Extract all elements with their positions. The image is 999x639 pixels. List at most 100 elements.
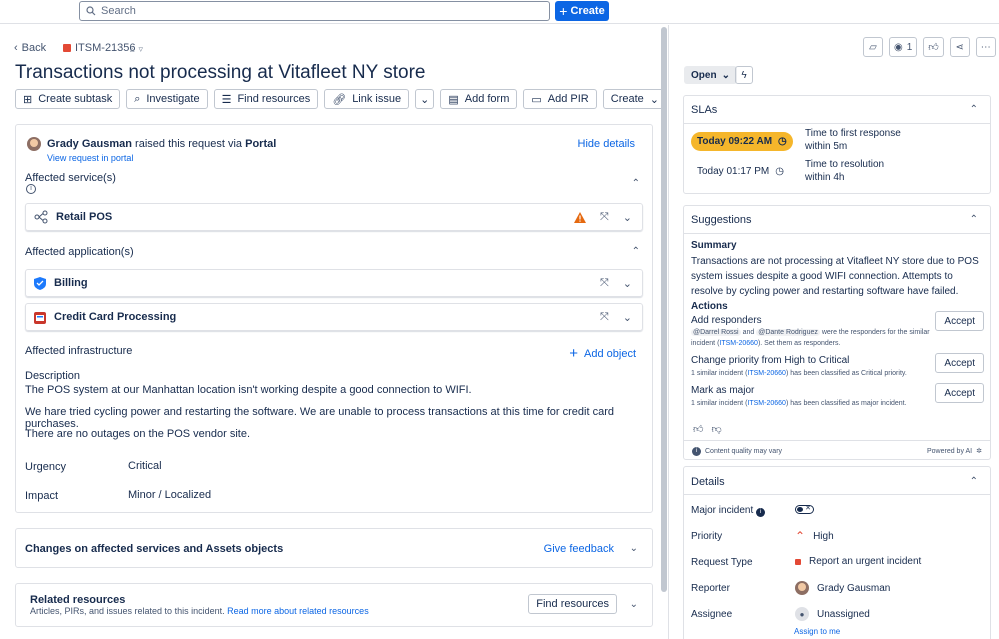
link-issue-dropdown[interactable]: ⌄ xyxy=(415,89,435,109)
expand-graph-icon[interactable]: ⤧ xyxy=(600,277,609,290)
scrollbar[interactable] xyxy=(661,27,667,592)
chevron-up-icon[interactable]: ⌃ xyxy=(632,178,640,189)
assignee-value[interactable]: ● Unassigned xyxy=(795,607,870,621)
impact-value[interactable]: Minor / Localized xyxy=(128,489,211,501)
create-button[interactable]: + Create xyxy=(555,1,609,21)
create-subtask-button[interactable]: ⊞ Create subtask xyxy=(15,89,121,109)
summary-text: Transactions are not processing at Vitaf… xyxy=(691,256,979,297)
application-name: Credit Card Processing xyxy=(54,311,177,323)
more-actions-button[interactable]: ⋯ xyxy=(975,37,996,57)
issue-action-bar: ⊞ Create subtask ⌕ Investigate ☰ Find resou… xyxy=(15,89,667,109)
major-incident-toggle[interactable] xyxy=(795,504,814,514)
watch-button[interactable]: ◉ 1 xyxy=(889,37,918,57)
add-object-button[interactable]: + Add object xyxy=(569,345,636,362)
plus-icon: + xyxy=(559,3,568,19)
info-icon[interactable]: i xyxy=(26,184,36,194)
sla-within: within 5m xyxy=(805,141,848,152)
add-pir-button[interactable]: ▭ Add PIR xyxy=(523,89,597,109)
issue-key-breadcrumb[interactable]: ITSM-21356 xyxy=(63,42,136,54)
find-resources-button[interactable]: ☰ Find resources xyxy=(213,89,319,109)
search-input[interactable]: Search xyxy=(79,1,550,21)
create-label: Create xyxy=(570,5,605,17)
affected-infrastructure-label: Affected infrastructure xyxy=(25,345,133,357)
request-type-icon xyxy=(795,558,801,565)
application-row-credit-card[interactable]: Credit Card Processing ⤧ ⌄ xyxy=(25,303,643,331)
hide-details-link[interactable]: Hide details xyxy=(578,138,635,150)
status-label: Open xyxy=(691,69,717,81)
chevron-up-icon[interactable]: ▵ xyxy=(130,44,135,55)
add-form-label: Add form xyxy=(464,93,510,105)
related-resources-card: Related resources Articles, PIRs, and is… xyxy=(15,583,653,627)
suggestion-title: Change priority from High to Critical xyxy=(691,355,850,366)
search-icon: ⌕ xyxy=(134,92,141,105)
sla-label: Time to first response xyxy=(805,128,901,139)
quality-note: i Content quality may vary xyxy=(692,447,782,456)
page-title: Transactions not processing at Vitafleet… xyxy=(15,62,426,83)
chevron-up-icon[interactable]: ⌃ xyxy=(970,476,978,487)
investigate-button[interactable]: ⌕ Investigate xyxy=(126,89,208,109)
issue-link[interactable]: ITSM-20660 xyxy=(747,400,786,407)
lightning-icon: ϟ xyxy=(741,69,747,81)
issue-link[interactable]: ITSM-20660 xyxy=(747,370,786,377)
affected-applications-label: Affected application(s) xyxy=(25,246,134,258)
accept-button[interactable]: Accept xyxy=(935,311,984,331)
chevron-down-icon[interactable]: ⌄ xyxy=(630,543,638,554)
automation-button[interactable]: ϟ xyxy=(735,66,753,84)
changes-title: Changes on affected services and Assets … xyxy=(25,543,284,555)
mention[interactable]: @Darrel Rossi xyxy=(691,329,741,336)
related-read-more-link[interactable]: Read more about related resources xyxy=(227,606,369,616)
chevron-down-icon[interactable]: ⌄ xyxy=(623,311,632,324)
feedback-thumbs: 👍︎ 👎︎ xyxy=(693,423,722,435)
chevron-up-icon[interactable]: ⌃ xyxy=(632,246,640,257)
related-subtitle-text: Articles, PIRs, and issues related to th… xyxy=(30,606,225,616)
service-row-retail-pos[interactable]: Retail POS ⤧ ⌄ xyxy=(25,203,643,231)
thumbs-up-icon[interactable]: 👍︎ xyxy=(693,423,703,435)
chevron-down-icon: ⌄ xyxy=(420,93,430,106)
reporter-label: Reporter xyxy=(691,583,730,594)
create-dropdown-button[interactable]: Create ⌄ xyxy=(602,89,667,109)
issue-link[interactable]: ITSM-20660 xyxy=(719,340,758,347)
reporter-value[interactable]: Grady Gausman xyxy=(795,581,890,595)
create-dropdown-label: Create xyxy=(610,93,644,105)
find-resources-button[interactable]: Find resources xyxy=(528,594,617,614)
link-issue-button[interactable]: 🔗︎ Link issue xyxy=(324,89,410,109)
chevron-left-icon: ‹ xyxy=(14,42,18,54)
sla-description: Time to resolution within 4h xyxy=(805,158,884,184)
sla-time: Today 09:22 AM xyxy=(697,136,773,147)
feedback-button[interactable]: ▱ xyxy=(863,37,883,57)
application-row-billing[interactable]: Billing ⤧ ⌄ xyxy=(25,269,643,297)
like-button[interactable]: 👍︎ xyxy=(923,37,944,57)
priority-value[interactable]: ⌃ High xyxy=(795,529,834,543)
thumbs-down-icon[interactable]: 👎︎ xyxy=(711,423,721,435)
share-button[interactable]: ⋖ xyxy=(949,37,970,57)
chevron-up-icon[interactable]: ⌃ xyxy=(970,104,978,115)
accept-button[interactable]: Accept xyxy=(935,353,984,373)
sla-time-badge: Today 09:22 AM ◷ xyxy=(691,132,793,151)
chevron-down-icon[interactable]: ⌄ xyxy=(630,599,638,610)
urgency-value[interactable]: Critical xyxy=(128,460,162,472)
info-icon[interactable]: i xyxy=(756,508,766,517)
divider xyxy=(684,233,990,234)
suggestion-text: 1 similar incident ( xyxy=(691,400,748,407)
chevron-down-icon[interactable]: ⌄ xyxy=(623,211,632,224)
status-dropdown[interactable]: Open ⌄ xyxy=(684,66,737,84)
expand-graph-icon[interactable]: ⤧ xyxy=(600,311,609,324)
and-text: and xyxy=(742,329,755,336)
assign-to-me-link[interactable]: Assign to me xyxy=(794,627,840,636)
expand-graph-icon[interactable]: ⤧ xyxy=(600,211,609,224)
assignee-text: Unassigned xyxy=(817,608,870,620)
panel-divider xyxy=(668,25,669,639)
view-request-link[interactable]: View request in portal xyxy=(47,153,133,163)
give-feedback-link[interactable]: Give feedback xyxy=(544,543,614,555)
request-type-value[interactable]: Report an urgent incident xyxy=(795,556,921,567)
top-navigation: Search + Create xyxy=(0,0,999,24)
accept-button[interactable]: Accept xyxy=(935,383,984,403)
chevron-up-icon[interactable]: ⌃ xyxy=(970,214,978,225)
mention[interactable]: @Dante Rodriguez xyxy=(756,329,820,336)
back-link[interactable]: ‹ Back xyxy=(14,42,46,54)
issue-key: ITSM-21356 xyxy=(75,42,136,54)
add-form-button[interactable]: ▤ Add form xyxy=(440,89,518,109)
description-paragraph: We hare tried cycling power and restarti… xyxy=(25,406,614,430)
chevron-down-icon[interactable]: ⌄ xyxy=(623,277,632,290)
chevron-down-icon[interactable]: ▿ xyxy=(139,44,144,55)
